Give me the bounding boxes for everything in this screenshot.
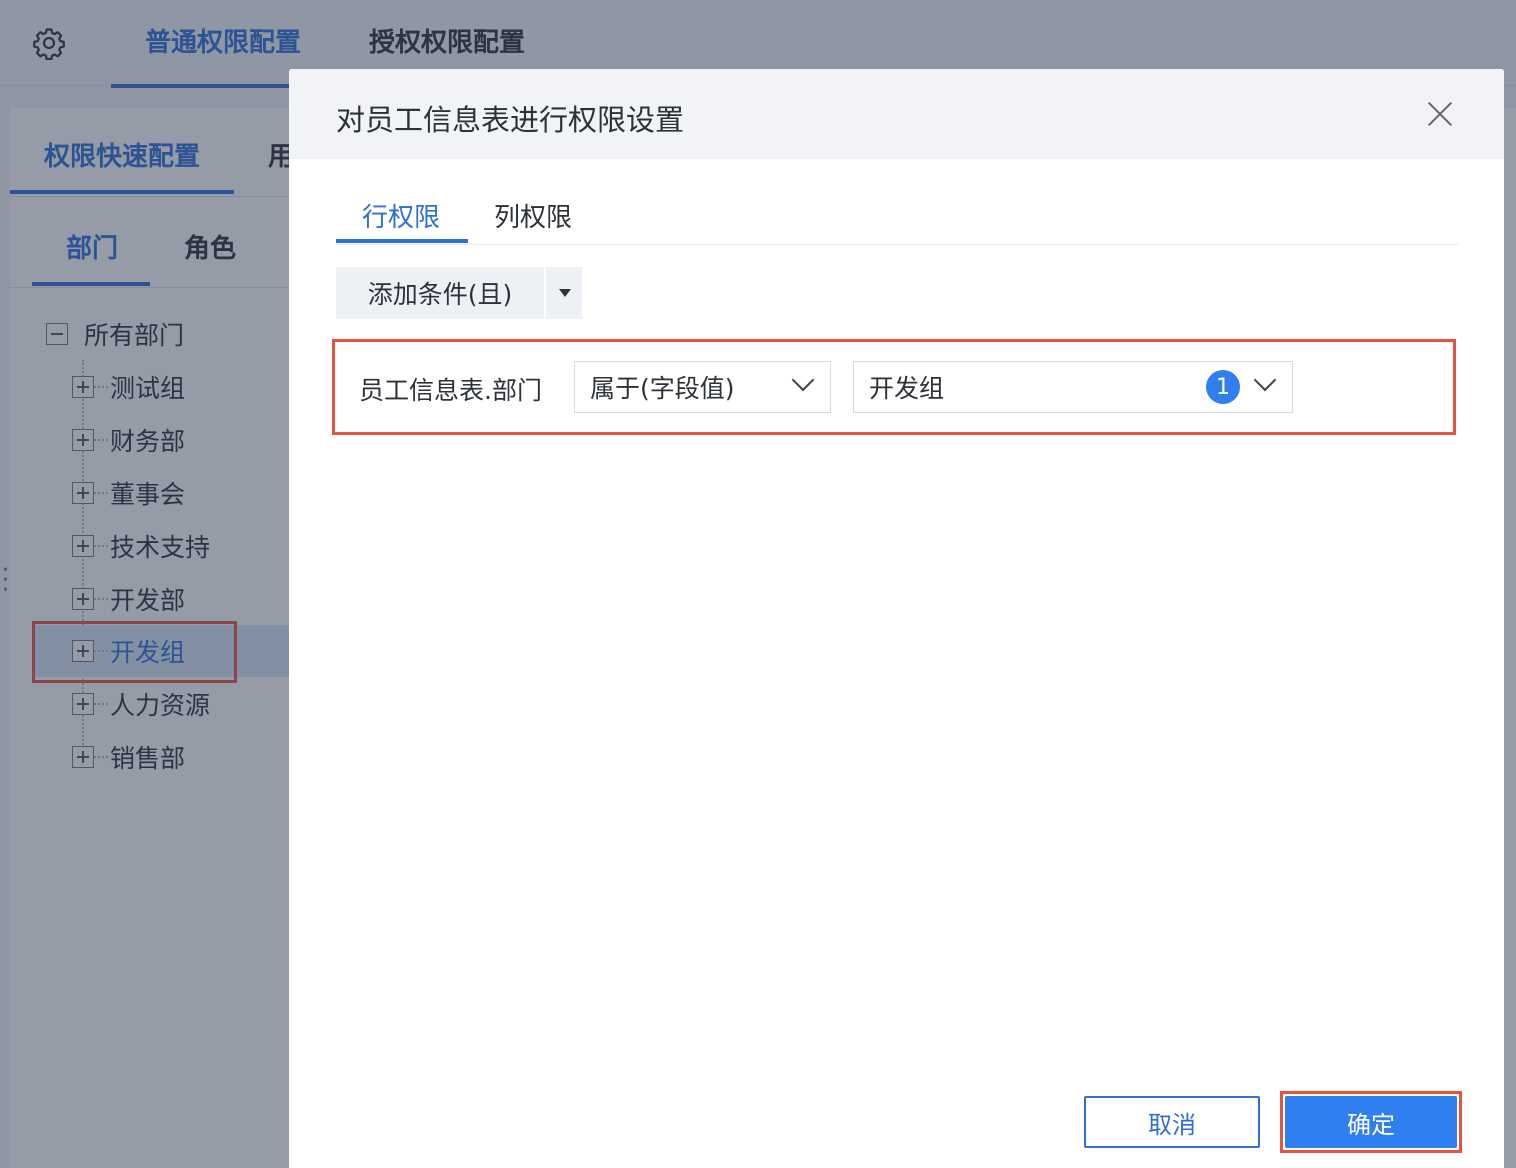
cancel-button[interactable]: 取消 — [1084, 1096, 1260, 1148]
permission-dialog: 对员工信息表进行权限设置 行权限 列权限 添加条件(且) 员工信息表.部门 属于… — [289, 69, 1504, 1168]
divider — [336, 244, 1458, 245]
dialog-title: 对员工信息表进行权限设置 — [336, 103, 685, 137]
add-condition-button[interactable]: 添加条件(且) — [336, 267, 544, 319]
tab-row-permission[interactable]: 行权限 — [362, 197, 440, 234]
close-icon[interactable] — [1427, 101, 1453, 127]
tab-indicator — [336, 239, 468, 243]
highlight-box — [1280, 1091, 1462, 1153]
add-condition-group: 添加条件(且) — [336, 267, 582, 319]
dialog-header: 对员工信息表进行权限设置 — [289, 69, 1504, 159]
tab-column-permission[interactable]: 列权限 — [494, 197, 572, 234]
add-condition-dropdown-icon[interactable] — [546, 267, 582, 319]
highlight-box — [332, 339, 1456, 435]
